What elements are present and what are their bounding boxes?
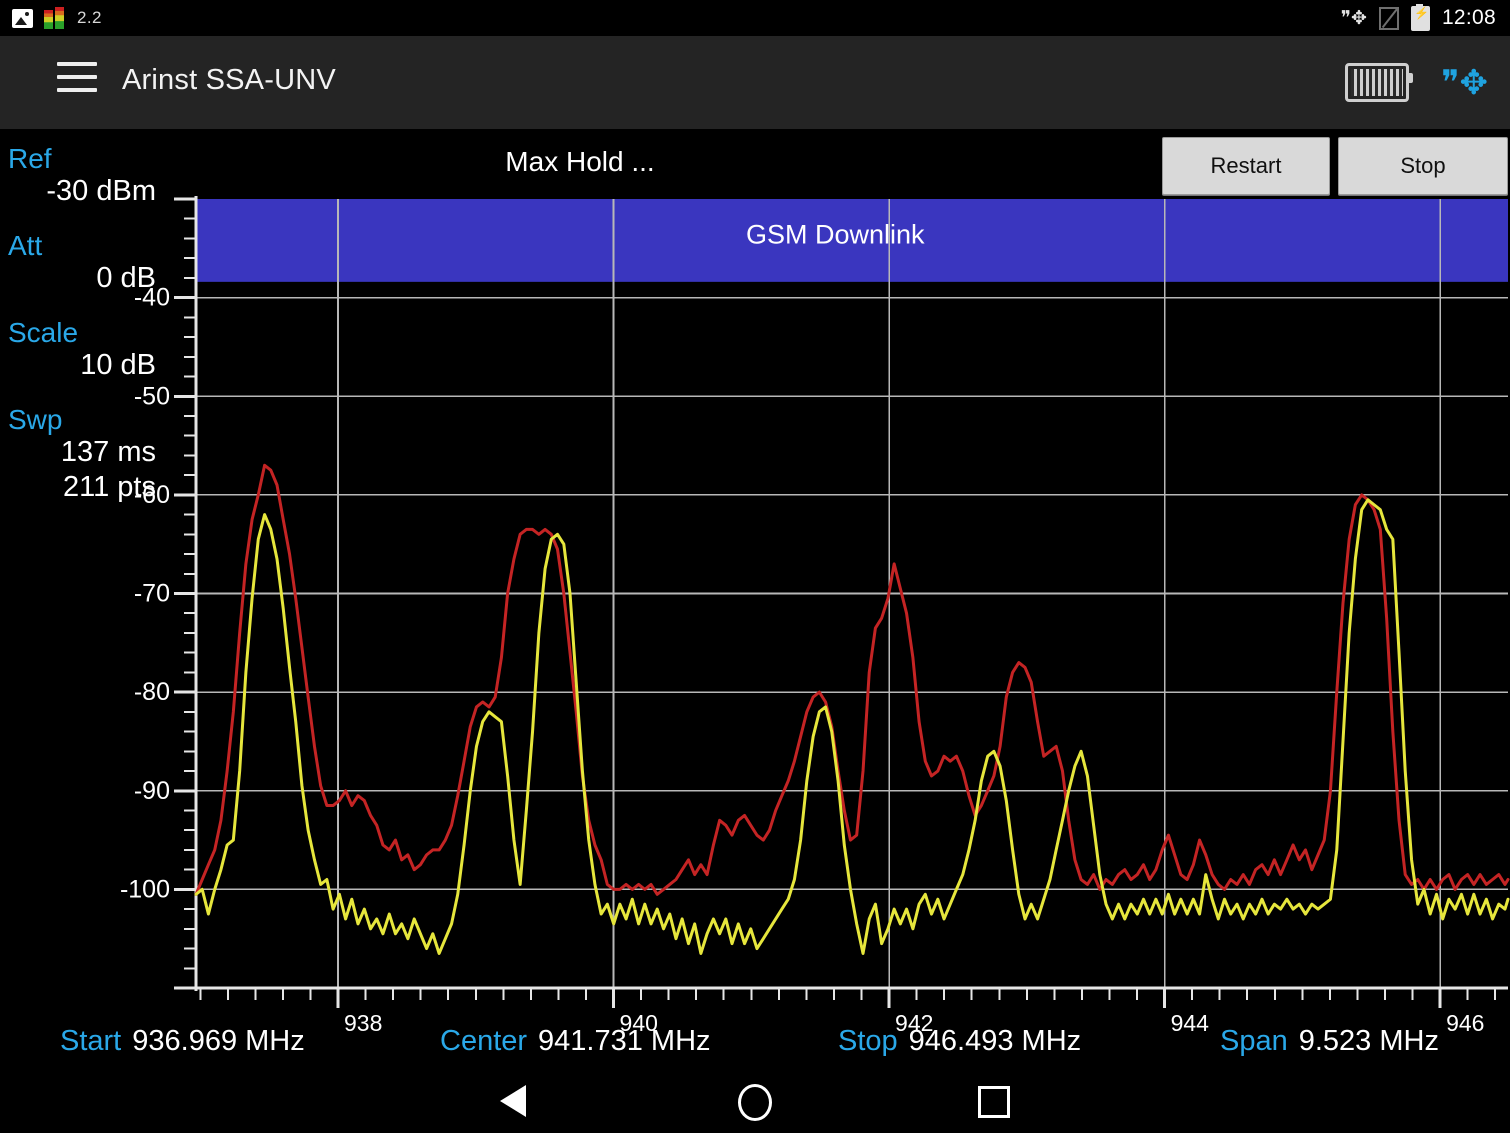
- span-frequency-value: 9.523 MHz: [1299, 1025, 1439, 1057]
- page-title: Arinst SSA-UNV: [122, 64, 336, 97]
- spectrum-analyzer-screen: Max Hold ... Restart Stop Ref -30 dBm At…: [0, 129, 1510, 1067]
- y-axis-tick-label: -50: [134, 382, 170, 410]
- image-icon: [12, 9, 33, 28]
- status-bar-left-icons: 2.2: [12, 0, 102, 36]
- stop-frequency[interactable]: Stop 946.493 MHz: [838, 1025, 1081, 1058]
- status-version-label: 2.2: [77, 8, 102, 28]
- stop-frequency-key: Stop: [838, 1025, 898, 1057]
- span-frequency[interactable]: Span 9.523 MHz: [1220, 1025, 1439, 1058]
- stop-frequency-value: 946.493 MHz: [909, 1025, 1082, 1057]
- frequency-readout-row: Start 936.969 MHz Center 941.731 MHz Stop 9…: [0, 1025, 1510, 1071]
- center-frequency-value: 941.731 MHz: [538, 1025, 711, 1057]
- app-bar-right-icons: ❞✥: [1345, 36, 1488, 129]
- bluetooth-icon: ❞✥: [1341, 9, 1367, 28]
- bluetooth-connected-icon[interactable]: ❞✥: [1441, 66, 1488, 100]
- center-frequency-key: Center: [440, 1025, 527, 1057]
- home-circle-icon[interactable]: [738, 1084, 772, 1121]
- recents-square-icon[interactable]: [978, 1086, 1010, 1118]
- y-axis-tick-label: -40: [134, 284, 170, 312]
- y-axis-tick-label: -80: [134, 678, 170, 706]
- android-navigation-bar: [0, 1067, 1510, 1133]
- y-axis-tick-label: -90: [134, 777, 170, 805]
- y-axis-tick-label: -100: [120, 875, 170, 903]
- y-axis-tick-label: -70: [134, 580, 170, 608]
- status-clock: 12:08: [1442, 6, 1496, 30]
- equalizer-icon: [44, 7, 66, 29]
- band-annotation-label: GSM Downlink: [746, 220, 925, 250]
- start-frequency[interactable]: Start 936.969 MHz: [60, 1025, 305, 1058]
- android-status-bar: 2.2 ❞✥ 12:08: [0, 0, 1510, 36]
- span-frequency-key: Span: [1220, 1025, 1288, 1057]
- start-frequency-key: Start: [60, 1025, 121, 1057]
- spectrum-plot-svg[interactable]: -40-50-60-70-80-90-100938940942944946GSM…: [0, 129, 1510, 1067]
- status-bar-right-icons: ❞✥ 12:08: [1341, 0, 1496, 36]
- y-axis-tick-label: -60: [134, 481, 170, 509]
- no-sim-icon: [1379, 7, 1399, 30]
- spectrum-plot[interactable]: -40-50-60-70-80-90-100938940942944946GSM…: [0, 129, 1510, 1067]
- center-frequency[interactable]: Center 941.731 MHz: [440, 1025, 711, 1058]
- battery-full-icon: [1345, 63, 1409, 102]
- app-bar: Arinst SSA-UNV ❞✥: [0, 36, 1510, 129]
- start-frequency-value: 936.969 MHz: [132, 1025, 305, 1057]
- back-triangle-icon[interactable]: [500, 1085, 526, 1117]
- battery-charging-icon: [1411, 6, 1430, 31]
- hamburger-menu-icon[interactable]: [57, 62, 97, 102]
